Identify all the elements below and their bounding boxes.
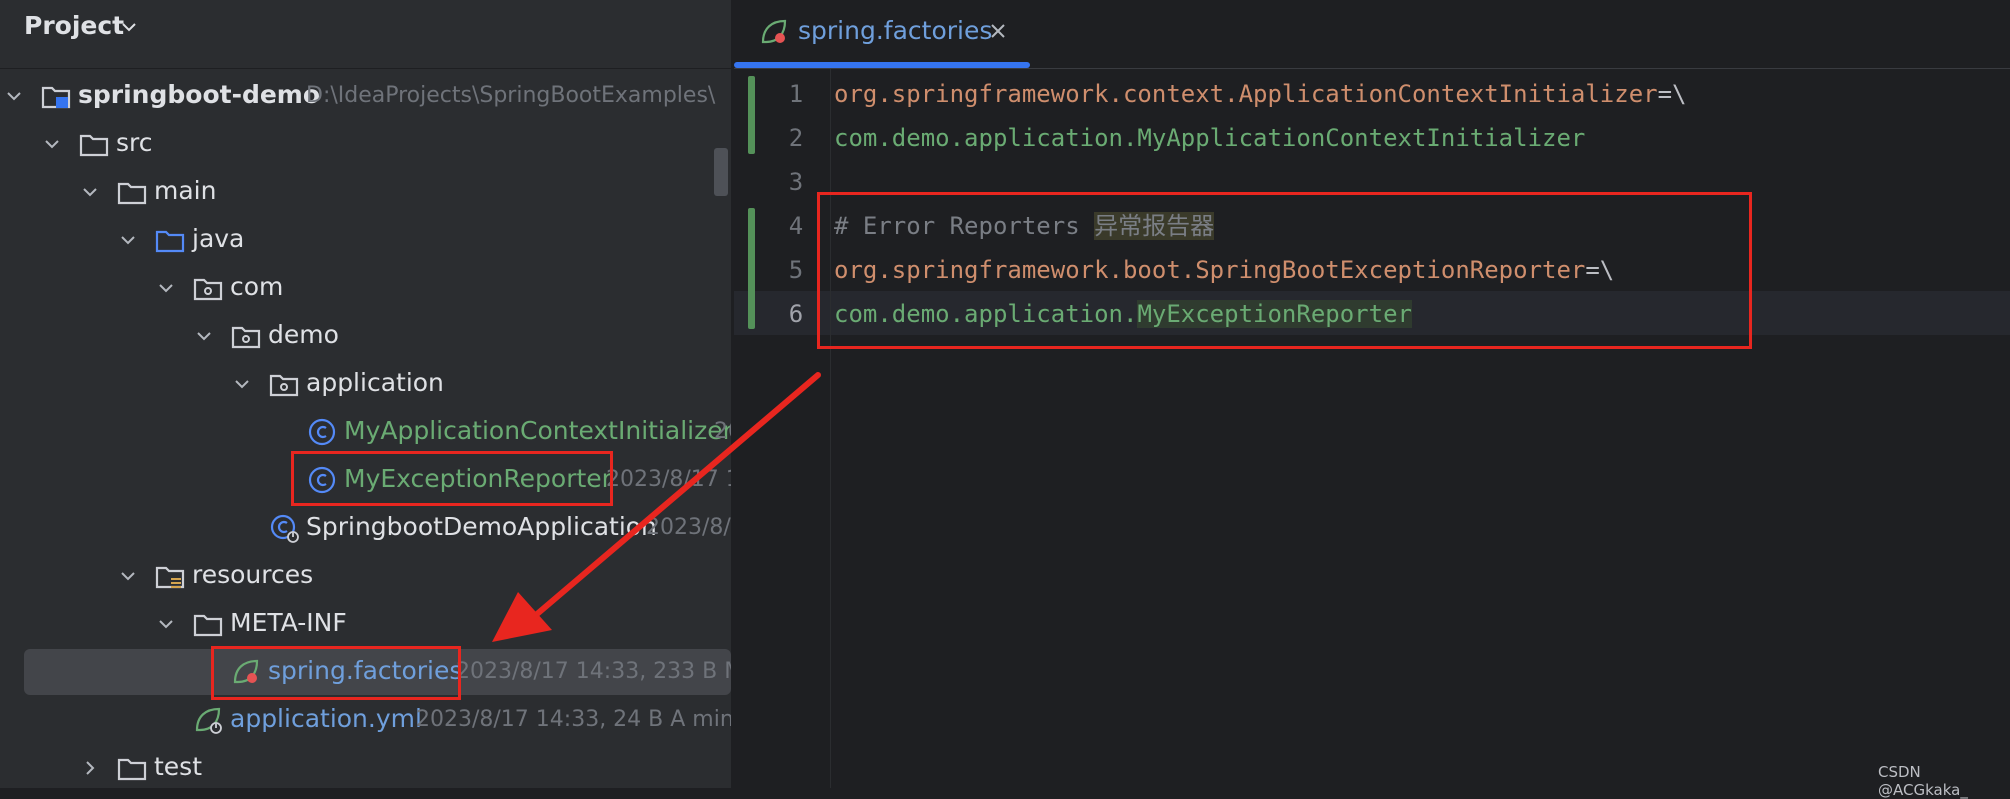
tree-label: SpringbootDemoApplication [306, 512, 657, 541]
annotation-box-code [817, 192, 1752, 349]
tree-meta: 2023/8/17 14:33, 233 B Mo [456, 659, 731, 684]
line-continuation: =\ [1657, 80, 1687, 108]
active-tab-indicator [734, 62, 1030, 68]
package-icon [269, 374, 299, 397]
spring-boot-class-icon [270, 514, 299, 543]
tree-row-meta-inf[interactable]: META-INF [0, 600, 731, 648]
tree-label: test [154, 752, 203, 781]
tree-meta: 2023/8/17 1 [606, 467, 731, 492]
tree-row-src[interactable]: src [0, 120, 731, 168]
tree-meta: 2023/8/1 [646, 515, 731, 540]
chevron-down-icon[interactable] [156, 278, 176, 298]
annotation-box-spring-factories [211, 646, 461, 700]
chevron-down-icon[interactable] [80, 182, 100, 202]
tree-row-test[interactable]: test [0, 744, 731, 788]
annotation-box-exception-reporter [291, 451, 613, 506]
tree-label: MyApplicationContextInitializer [344, 416, 731, 445]
folder-icon [117, 758, 147, 781]
tree-label: application.yml [230, 704, 422, 733]
editor-tab-spring-factories[interactable]: spring.factories [734, 0, 1030, 68]
property-value: com.demo.application.MyApplicationContex… [834, 124, 1586, 152]
tab-label: spring.factories [798, 16, 993, 45]
tree-row-com[interactable]: com [0, 264, 731, 312]
line-number[interactable]: 3 [770, 160, 822, 204]
watermark: CSDN @ACGkaka_ [1878, 763, 1968, 799]
gutter-divider [830, 69, 831, 788]
property-key: org.springframework.context.ApplicationC… [834, 80, 1658, 108]
package-icon [193, 278, 223, 301]
tree-label: java [192, 224, 245, 253]
module-folder-icon [41, 86, 71, 109]
line-number[interactable]: 1 [770, 72, 822, 116]
tree-meta: 2023/8/17 14:33, 24 B A minu [416, 707, 731, 732]
java-class-icon [308, 418, 336, 446]
chevron-down-icon[interactable] [194, 326, 214, 346]
spring-leaf-icon [761, 19, 787, 44]
chevron-down-icon[interactable] [118, 230, 138, 250]
tree-label: src [116, 128, 153, 157]
tree-meta: 20 [714, 419, 731, 444]
code-line-1[interactable]: org.springframework.context.ApplicationC… [834, 72, 1687, 116]
folder-icon [193, 614, 223, 637]
code-line-2[interactable]: com.demo.application.MyApplicationContex… [834, 116, 1585, 160]
folder-icon [79, 134, 109, 157]
tree-label: META-INF [230, 608, 347, 637]
header-divider [0, 68, 731, 69]
chevron-right-icon[interactable] [80, 758, 100, 778]
chevron-down-icon[interactable] [156, 614, 176, 634]
vcs-change-marker[interactable] [748, 208, 755, 329]
tree-label: application [306, 368, 444, 397]
source-folder-icon [155, 230, 185, 253]
tree-row-springboot-demo-application[interactable]: SpringbootDemoApplication 2023/8/1 [0, 504, 731, 552]
tree-row-main[interactable]: main [0, 168, 731, 216]
chevron-down-icon[interactable] [4, 86, 24, 106]
tree-row-springboot-demo[interactable]: springboot-demo D:\IdeaProjects\SpringBo… [0, 72, 731, 120]
editor-area: spring.factories 1 2 3 4 5 6 org.springf… [734, 0, 2010, 788]
line-number[interactable]: 5 [770, 248, 822, 292]
tree-scrollbar-thumb[interactable] [714, 148, 728, 196]
chevron-down-icon[interactable] [120, 18, 138, 36]
tree-meta: D:\IdeaProjects\SpringBootExamples\ [306, 83, 716, 108]
chevron-down-icon[interactable] [42, 134, 62, 154]
project-header[interactable]: Project [0, 0, 731, 62]
package-icon [231, 326, 261, 349]
tree-label: springboot-demo [78, 80, 321, 109]
line-number[interactable]: 6 [770, 292, 822, 336]
tree-label: com [230, 272, 284, 301]
chevron-down-icon[interactable] [118, 566, 138, 586]
tree-label: resources [192, 560, 314, 589]
resources-folder-icon [155, 566, 185, 589]
editor-tab-bar: spring.factories [734, 0, 2010, 69]
tree-row-application[interactable]: application [0, 360, 731, 408]
tree-label: main [154, 176, 217, 205]
tree-row-java[interactable]: java [0, 216, 731, 264]
tree-label: demo [268, 320, 339, 349]
tree-row-my-application-context-initializer[interactable]: MyApplicationContextInitializer 20 [0, 408, 731, 456]
line-number[interactable]: 4 [770, 204, 822, 248]
chevron-down-icon[interactable] [232, 374, 252, 394]
project-title: Project [24, 11, 125, 40]
vcs-change-marker[interactable] [748, 76, 755, 154]
tree-row-demo[interactable]: demo [0, 312, 731, 360]
tree-row-resources[interactable]: resources [0, 552, 731, 600]
folder-icon [117, 182, 147, 205]
line-number[interactable]: 2 [770, 116, 822, 160]
tree-row-application-yml[interactable]: application.yml 2023/8/17 14:33, 24 B A … [0, 696, 731, 744]
close-icon[interactable] [986, 19, 1010, 43]
spring-config-icon [195, 707, 222, 734]
